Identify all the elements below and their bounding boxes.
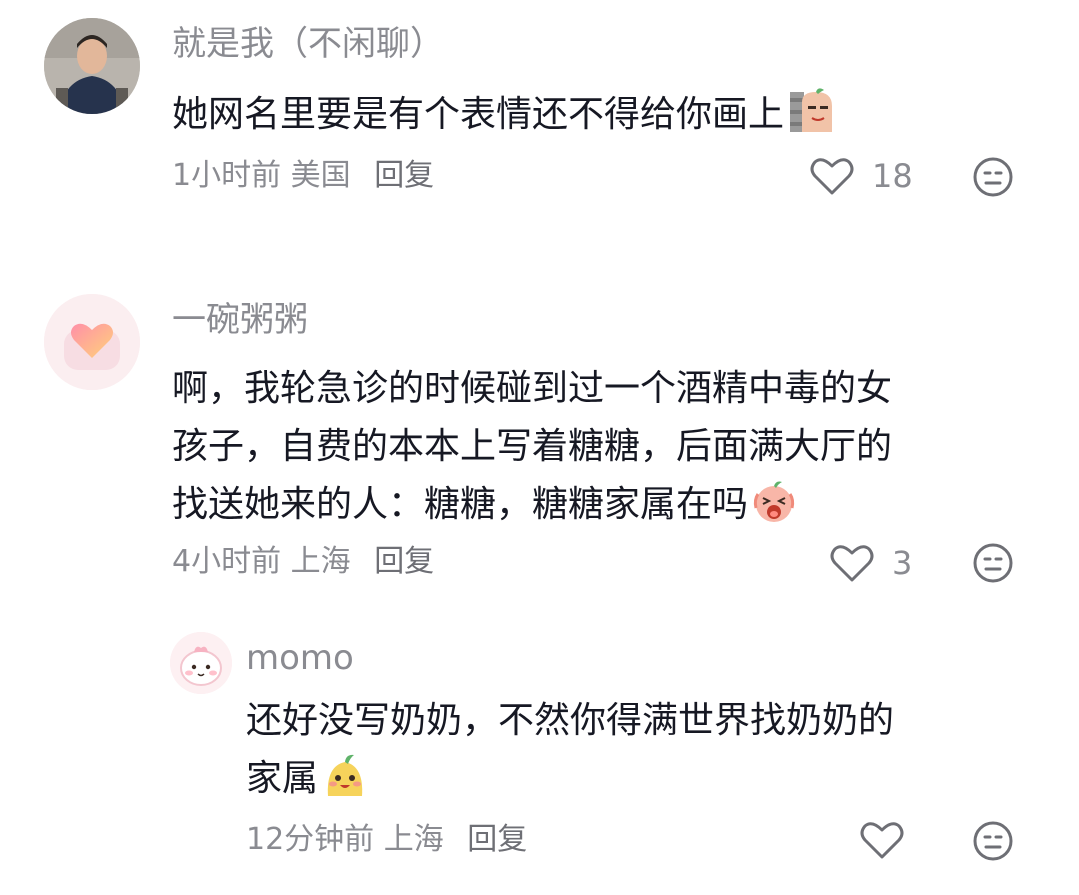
avatar[interactable] <box>44 294 140 390</box>
peek-emoji-icon <box>788 88 834 152</box>
neutral-face-icon <box>973 821 1013 861</box>
like-count: 18 <box>872 157 913 195</box>
heart-icon <box>860 822 904 859</box>
comment-text-line: 家属 <box>246 758 319 799</box>
like-button[interactable] <box>860 818 904 862</box>
heart-icon <box>810 158 854 195</box>
dislike-button[interactable] <box>972 156 1014 198</box>
avatar[interactable] <box>44 18 140 114</box>
comment-text: 啊，我轮急诊的时候碰到过一个酒精中毒的女 孩子，自费的本本上写着糖糖，后面满大厅… <box>172 360 1032 542</box>
comment-text: 她网名里要是有个表情还不得给你画上 <box>172 86 834 152</box>
dislike-button[interactable] <box>972 542 1014 584</box>
avatar-photo-icon <box>44 18 140 114</box>
neutral-face-icon <box>973 543 1013 583</box>
comment-location: 上海 <box>290 544 351 579</box>
comment-meta: 4小时前 上海 回复 <box>172 542 434 582</box>
comment-meta: 12分钟前 上海 回复 <box>246 820 527 860</box>
comment-text: 还好没写奶奶，不然你得满世界找奶奶的 家属 <box>246 692 1036 816</box>
username[interactable]: momo <box>246 636 354 680</box>
cartoon-avatar-icon <box>170 632 232 694</box>
like-count: 3 <box>892 544 913 582</box>
comment-location: 美国 <box>290 158 351 193</box>
comment-text-line: 孩子，自费的本本上写着糖糖，后面满大厅的 <box>172 426 893 467</box>
comment-time: 1小时前 <box>172 158 282 193</box>
happy-emoji-icon <box>322 752 368 816</box>
comment-location: 上海 <box>383 822 444 857</box>
reply-button[interactable]: 回复 <box>374 544 434 579</box>
comment-meta: 1小时前 美国 回复 <box>172 156 434 196</box>
neutral-face-icon <box>973 157 1013 197</box>
comment-time: 4小时前 <box>172 544 282 579</box>
username[interactable]: 一碗粥粥 <box>172 298 308 342</box>
shout-emoji-icon <box>752 480 796 542</box>
comment-text-line: 啊，我轮急诊的时候碰到过一个酒精中毒的女 <box>172 368 893 409</box>
comment-time: 12分钟前 <box>246 822 375 857</box>
avatar[interactable] <box>170 632 232 694</box>
reply-button[interactable]: 回复 <box>374 158 434 193</box>
comment-text-line: 找送她来的人：糖糖，糖糖家属在吗 <box>172 484 749 525</box>
dislike-button[interactable] <box>972 820 1014 862</box>
comment-text-line: 还好没写奶奶，不然你得满世界找奶奶的 <box>246 700 895 741</box>
like-button[interactable]: 3 <box>830 541 912 585</box>
reply-button[interactable]: 回复 <box>467 822 527 857</box>
like-button[interactable]: 18 <box>810 154 913 198</box>
heart-icon <box>830 545 874 582</box>
comment-text-line: 她网名里要是有个表情还不得给你画上 <box>172 94 785 135</box>
username[interactable]: 就是我（不闲聊） <box>172 22 444 66</box>
heart-avatar-icon <box>44 294 140 390</box>
